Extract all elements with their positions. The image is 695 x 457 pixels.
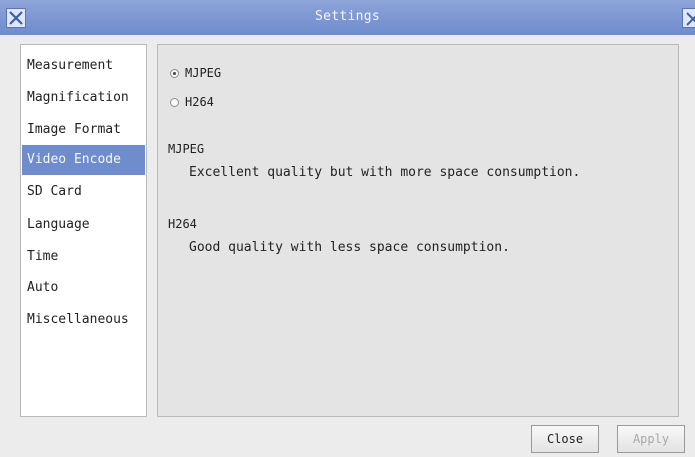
sidebar-item-video-encode[interactable]: Video Encode: [22, 145, 145, 175]
h264-description-text: Good quality with less space consumption…: [189, 240, 510, 255]
apply-button[interactable]: Apply: [617, 425, 685, 453]
title-bar: Settings: [0, 0, 695, 35]
sidebar-item-measurement[interactable]: Measurement: [22, 51, 145, 81]
h264-radio[interactable]: [170, 97, 179, 107]
mjpeg-radio-option[interactable]: MJPEG: [170, 66, 221, 80]
video-encode-panel: MJPEG H264 MJPEG Excellent quality but w…: [157, 44, 679, 417]
sidebar-item-magnification[interactable]: Magnification: [22, 83, 145, 113]
h264-description-heading: H264: [168, 217, 197, 231]
sidebar-item-image-format[interactable]: Image Format: [22, 115, 145, 145]
close-button[interactable]: Close: [531, 425, 599, 453]
settings-category-list: Measurement Magnification Image Format V…: [20, 44, 147, 417]
h264-radio-option[interactable]: H264: [170, 95, 214, 109]
sidebar-item-auto[interactable]: Auto: [22, 273, 145, 303]
mjpeg-radio-label: MJPEG: [185, 66, 222, 80]
mjpeg-radio[interactable]: [170, 68, 179, 78]
window-title: Settings: [314, 9, 380, 24]
mjpeg-description-text: Excellent quality but with more space co…: [189, 165, 581, 180]
close-icon[interactable]: [682, 8, 695, 28]
mjpeg-description-heading: MJPEG: [168, 142, 205, 156]
h264-radio-label: H264: [185, 95, 214, 109]
sidebar-item-language[interactable]: Language: [22, 210, 145, 240]
sidebar-item-sd-card[interactable]: SD Card: [22, 177, 145, 207]
sidebar-item-miscellaneous[interactable]: Miscellaneous: [22, 305, 145, 335]
sidebar-item-time[interactable]: Time: [22, 242, 145, 272]
